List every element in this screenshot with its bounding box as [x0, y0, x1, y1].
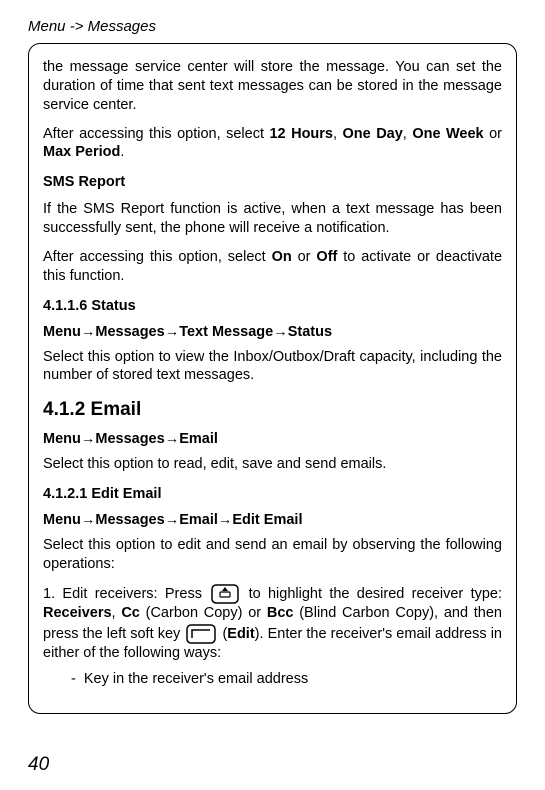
nav-menu: Menu [43, 324, 81, 340]
option-off: Off [316, 249, 337, 265]
option-one-day: One Day [343, 126, 403, 142]
arrow-icon: → [218, 512, 233, 528]
nav-messages: Messages [95, 512, 164, 528]
page-number: 40 [28, 754, 49, 776]
email-description: Select this option to read, edit, save a… [43, 455, 502, 474]
text: or [292, 249, 317, 265]
text: Key in the receiver's email address [84, 671, 308, 687]
text: , [403, 126, 413, 142]
step-1-sub: -Key in the receiver's email address [71, 670, 502, 690]
email-nav-path: Menu→Messages→Email [43, 431, 502, 447]
nav-key-icon [211, 584, 239, 604]
nav-status: Status [288, 324, 332, 340]
step-1: 1. Edit receivers: Press to highlight th… [43, 584, 502, 689]
text: to highlight the desired receiver type: [241, 586, 502, 602]
option-on: On [272, 249, 292, 265]
edit-email-nav-path: Menu→Messages→Email→Edit Email [43, 512, 502, 528]
dash: - [71, 671, 76, 687]
option-12-hours: 12 Hours [269, 126, 333, 142]
status-nav-path: Menu→Messages→Text Message→Status [43, 324, 502, 340]
text: After accessing this option, select [43, 249, 272, 265]
arrow-icon: → [273, 324, 288, 340]
nav-text-message: Text Message [179, 324, 273, 340]
edit-email-description: Select this option to edit and send an e… [43, 536, 502, 574]
sms-report-heading: SMS Report [43, 174, 502, 190]
nav-messages: Messages [95, 431, 164, 447]
intro-paragraph: the message service center will store th… [43, 58, 502, 115]
page-header: Menu -> Messages [28, 18, 517, 35]
option-bcc: Bcc [267, 605, 294, 621]
text: , [112, 605, 122, 621]
text: , [333, 126, 343, 142]
text: (Carbon Copy) or [140, 605, 267, 621]
text: . [120, 144, 124, 160]
arrow-icon: → [165, 431, 180, 447]
arrow-icon: → [81, 431, 96, 447]
text: After accessing this option, select [43, 126, 269, 142]
option-cc: Cc [121, 605, 140, 621]
content-frame: the message service center will store th… [28, 43, 517, 714]
nav-edit-email: Edit Email [232, 512, 302, 528]
text: or [484, 126, 502, 142]
arrow-icon: → [165, 324, 180, 340]
option-receivers: Receivers [43, 605, 112, 621]
text: ( [218, 626, 227, 642]
nav-menu: Menu [43, 512, 81, 528]
option-max-period: Max Period [43, 144, 120, 160]
option-one-week: One Week [412, 126, 483, 142]
status-heading: 4.1.1.6 Status [43, 298, 502, 314]
nav-menu: Menu [43, 431, 81, 447]
text: 1. Edit receivers: Press [43, 586, 209, 602]
nav-email: Email [179, 431, 218, 447]
left-soft-key-icon [186, 624, 216, 644]
arrow-icon: → [165, 512, 180, 528]
sms-report-onoff: After accessing this option, select On o… [43, 248, 502, 286]
arrow-icon: → [81, 512, 96, 528]
arrow-icon: → [81, 324, 96, 340]
sms-report-description: If the SMS Report function is active, wh… [43, 200, 502, 238]
nav-email: Email [179, 512, 218, 528]
validity-period-options: After accessing this option, select 12 H… [43, 125, 502, 163]
option-edit: Edit [227, 626, 254, 642]
status-description: Select this option to view the Inbox/Out… [43, 348, 502, 386]
email-heading: 4.1.2 Email [43, 399, 502, 421]
edit-email-heading: 4.1.2.1 Edit Email [43, 486, 502, 502]
nav-messages: Messages [95, 324, 164, 340]
